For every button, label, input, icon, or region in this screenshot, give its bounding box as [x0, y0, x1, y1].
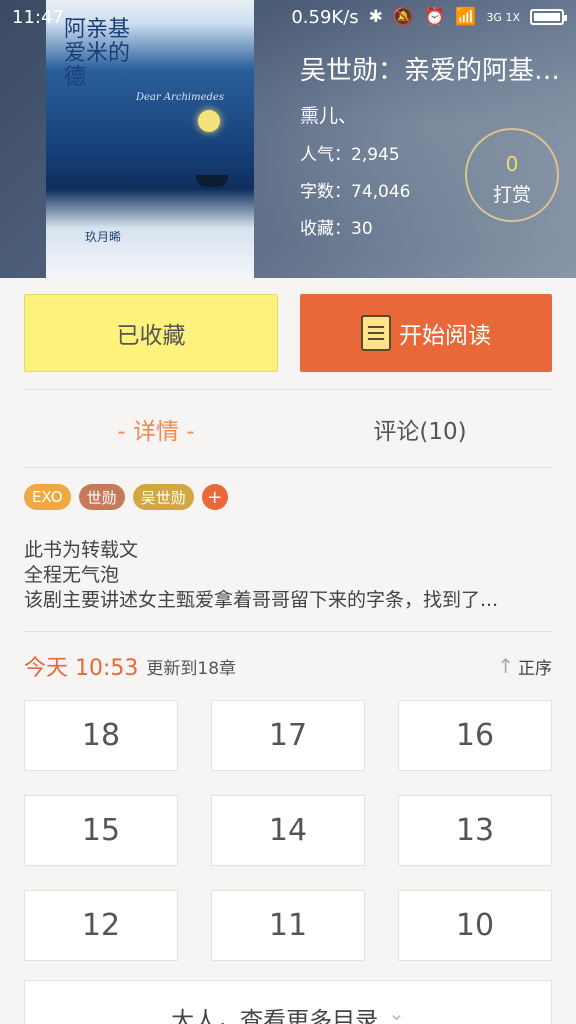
book-cover[interactable]: 阿亲基爱米的德 Dear Archimedes 玖月晞 [46, 0, 254, 278]
network-type: 3G 1X [486, 10, 520, 24]
cover-subtitle: Dear Archimedes [136, 92, 224, 103]
chapter-button[interactable]: 15 [24, 795, 178, 866]
chapter-button[interactable]: 12 [24, 890, 178, 961]
add-tag-button[interactable]: + [201, 484, 228, 510]
detail-tabs: - 详情 - 评论(10) [24, 390, 552, 468]
boat-illustration [196, 175, 228, 187]
moon-illustration [198, 110, 220, 132]
sort-toggle[interactable]: ↑ 正序 [497, 654, 552, 679]
tag-shixun[interactable]: 世勋 [78, 484, 125, 510]
mute-icon: 🔕 [392, 7, 415, 27]
more-chapters-button[interactable]: 大人，查看更多目录 ⌄ [24, 980, 552, 1024]
more-chapters-label: 大人，查看更多目录 [171, 1008, 379, 1024]
tab-comments[interactable]: 评论(10) [288, 390, 552, 468]
chapter-button[interactable]: 10 [398, 890, 552, 961]
tab-details[interactable]: - 详情 - [24, 390, 288, 468]
chapter-button[interactable]: 14 [211, 795, 365, 866]
book-title: 吴世勋：亲爱的阿基米德 [300, 56, 572, 86]
collected-button[interactable]: 已收藏 [24, 294, 278, 372]
description-line: 此书为转载文 [24, 539, 139, 561]
chapter-grid: 18 17 16 15 14 13 12 11 10 [24, 700, 552, 961]
start-reading-button[interactable]: 开始阅读 [300, 294, 552, 372]
tip-count: 0 [505, 152, 519, 176]
collected-label: 已收藏 [116, 323, 186, 349]
tag-wushixun[interactable]: 吴世勋 [132, 484, 194, 510]
tip-button[interactable]: 0 打赏 [465, 128, 559, 222]
tag-list: EXO 世勋 吴世勋 + [24, 484, 228, 510]
description-line: 该剧主要讲述女主甄爱拿着哥哥留下来的字条，找到了... [24, 589, 499, 611]
chapter-button[interactable]: 16 [398, 700, 552, 771]
tip-label: 打赏 [492, 184, 531, 206]
sort-label: 正序 [518, 658, 552, 679]
alarm-icon: ⏰ [424, 7, 446, 27]
wifi-icon: 📶 [455, 7, 477, 27]
arrow-up-icon: ↑ [497, 654, 514, 678]
book-description[interactable]: 此书为转载文 全程无气泡 该剧主要讲述女主甄爱拿着哥哥留下来的字条，找到了... [24, 538, 552, 613]
start-reading-label: 开始阅读 [399, 323, 491, 349]
bluetooth-icon: ✱ [368, 7, 383, 27]
update-time: 今天 10:53 [24, 656, 139, 681]
update-text: 更新到18章 [146, 658, 237, 679]
chapter-button[interactable]: 18 [24, 700, 178, 771]
tag-exo[interactable]: EXO [24, 484, 71, 510]
divider [24, 631, 552, 632]
book-icon [361, 315, 391, 351]
divider [24, 467, 552, 468]
update-row: 今天 10:53 更新到18章 ↑ 正序 [24, 650, 552, 682]
status-bar: 11:47 0.59K/s ✱ 🔕 ⏰ 📶 3G 1X [0, 0, 576, 34]
status-time: 11:47 [12, 6, 64, 28]
chapter-button[interactable]: 11 [211, 890, 365, 961]
author-name[interactable]: 熏儿、 [300, 101, 570, 128]
chapter-button[interactable]: 13 [398, 795, 552, 866]
battery-icon [530, 9, 567, 25]
network-speed: 0.59K/s [291, 6, 359, 28]
chevron-down-icon: ⌄ [388, 1001, 405, 1024]
cover-badge: 玖月晞 [84, 230, 121, 244]
chapter-button[interactable]: 17 [211, 700, 365, 771]
description-line: 全程无气泡 [24, 564, 120, 586]
